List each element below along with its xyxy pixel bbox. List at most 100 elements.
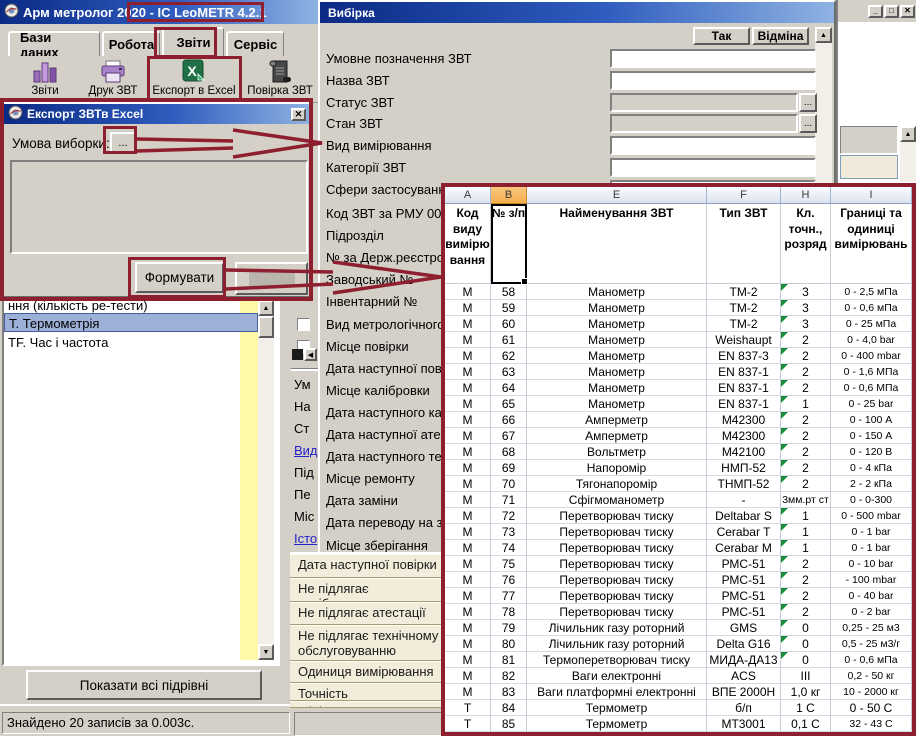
cell[interactable]: Перетворювач тиску [527, 508, 707, 524]
cell[interactable]: 59 [491, 300, 527, 316]
cell[interactable]: 66 [491, 412, 527, 428]
cell[interactable]: Амперметр [527, 428, 707, 444]
cell[interactable]: 0 - 120 В [831, 444, 912, 460]
list-item[interactable]: Т. Термометрія [4, 313, 258, 332]
filter-row[interactable]: Не підлягає калібруванн [290, 578, 443, 602]
cell[interactable]: 3 [781, 284, 831, 300]
cell[interactable]: 74 [491, 540, 527, 556]
cell[interactable]: Лічильник газу роторний [527, 636, 707, 652]
column-letter-F[interactable]: F [707, 187, 781, 204]
cell[interactable]: М [445, 460, 491, 476]
cell[interactable]: Deltabar S [707, 508, 781, 524]
cell[interactable]: ТМ-2 [707, 300, 781, 316]
scroll-up-icon[interactable]: ▲ [900, 126, 916, 142]
cell[interactable]: МТ3001 [707, 716, 781, 732]
cell[interactable]: 0,2 - 50 кг [831, 668, 912, 684]
background-label-Вид[interactable]: Вид [294, 443, 318, 458]
cell[interactable]: 70 [491, 476, 527, 492]
cell[interactable]: Ваги електронні [527, 668, 707, 684]
scrollbar-thumb[interactable] [258, 316, 274, 338]
cell[interactable]: 67 [491, 428, 527, 444]
cell[interactable]: ТМ-2 [707, 284, 781, 300]
show-all-sublevels-button[interactable]: Показати всі підрівні [26, 670, 262, 700]
cell[interactable]: М [445, 556, 491, 572]
cell[interactable]: Перетворювач тиску [527, 604, 707, 620]
cell[interactable]: 78 [491, 604, 527, 620]
cell[interactable]: М42300 [707, 412, 781, 428]
cell[interactable]: М [445, 444, 491, 460]
cell[interactable]: Манометр [527, 332, 707, 348]
cell[interactable]: М [445, 332, 491, 348]
toolbar-button-excel[interactable]: XЕкспорт в Excel [150, 58, 238, 97]
cell[interactable]: Термометр [527, 700, 707, 716]
cell[interactable]: EN 837-3 [707, 348, 781, 364]
cell[interactable]: М [445, 364, 491, 380]
picker-button-3[interactable]: ... [799, 114, 817, 133]
list-scrollbar[interactable]: ▲ ▼ [258, 300, 274, 660]
secondary-button[interactable] [235, 262, 308, 295]
cell[interactable]: 0 - 25 мПа [831, 316, 912, 332]
cell[interactable]: 2 [781, 332, 831, 348]
column-letter-Н[interactable]: Н [781, 187, 831, 204]
cell[interactable]: М42100 [707, 444, 781, 460]
column-letter-А[interactable]: А [445, 187, 491, 204]
filter-row[interactable]: Точність [290, 683, 443, 701]
toolbar-button-printer[interactable]: Друк ЗВТ [80, 58, 146, 97]
cell[interactable]: 84 [491, 700, 527, 716]
cell[interactable]: М [445, 316, 491, 332]
cell[interactable]: Перетворювач тиску [527, 556, 707, 572]
cell[interactable]: 81 [491, 652, 527, 668]
cell[interactable]: - 100 mbar [831, 572, 912, 588]
cell[interactable]: Сфігмоманометр [527, 492, 707, 508]
cell[interactable]: 76 [491, 572, 527, 588]
cell[interactable]: М [445, 636, 491, 652]
cell[interactable]: EN 837-1 [707, 380, 781, 396]
cell[interactable]: 60 [491, 316, 527, 332]
cell[interactable]: 68 [491, 444, 527, 460]
cell[interactable]: 2 [781, 364, 831, 380]
cell[interactable]: Т [445, 700, 491, 716]
cell[interactable]: М [445, 412, 491, 428]
field-input-1[interactable] [610, 71, 816, 90]
cell[interactable]: РМС-51 [707, 556, 781, 572]
cell[interactable]: ТМ-2 [707, 316, 781, 332]
scroll-up-icon[interactable]: ▲ [258, 300, 274, 316]
cell[interactable]: 2 [781, 588, 831, 604]
cell[interactable]: 73 [491, 524, 527, 540]
cell[interactable]: 0 - 0,6 МПа [831, 380, 912, 396]
cell[interactable]: 0 - 100 А [831, 412, 912, 428]
cell[interactable]: 0 - 40 bar [831, 588, 912, 604]
field-input-0[interactable] [610, 49, 816, 68]
cell[interactable]: Weishaupt [707, 332, 781, 348]
cell[interactable]: Delta G16 [707, 636, 781, 652]
filter-row[interactable]: Одиниця вимірювання [290, 661, 443, 683]
cell[interactable]: М [445, 620, 491, 636]
cell[interactable]: 2 [781, 476, 831, 492]
cell[interactable]: 2 [781, 572, 831, 588]
toolbar-button-bar-chart[interactable]: Звіти [14, 58, 76, 97]
column-letter-В[interactable]: В [491, 187, 527, 204]
cell[interactable]: 0 - 2 bar [831, 604, 912, 620]
filter-row[interactable]: Не підлягає технічному обслуговуванню [290, 625, 443, 661]
cell[interactable]: 3мм.рт ст [781, 492, 831, 508]
cell[interactable]: Манометр [527, 300, 707, 316]
cell[interactable]: 2 - 2 кПа [831, 476, 912, 492]
cell[interactable]: НМП-52 [707, 460, 781, 476]
cell[interactable]: 0 - 50 С [831, 700, 912, 716]
cell[interactable]: 72 [491, 508, 527, 524]
cell[interactable]: 0 - 1 bar [831, 524, 912, 540]
cell[interactable]: М [445, 348, 491, 364]
cell[interactable]: МИДА-ДА13 [707, 652, 781, 668]
cell[interactable]: 77 [491, 588, 527, 604]
cell[interactable]: 0,25 - 25 м3 [831, 620, 912, 636]
cell[interactable]: Манометр [527, 396, 707, 412]
cell[interactable]: 2 [781, 444, 831, 460]
condition-box[interactable] [10, 160, 308, 254]
cell[interactable]: 0,1 С [781, 716, 831, 732]
tab-Сервіс[interactable]: Сервіс [226, 31, 284, 56]
cell[interactable]: 1 [781, 396, 831, 412]
cell[interactable]: РМС-51 [707, 572, 781, 588]
cell[interactable]: 0 [781, 636, 831, 652]
cancel-button[interactable]: Відміна [752, 27, 809, 45]
cell[interactable]: Манометр [527, 380, 707, 396]
